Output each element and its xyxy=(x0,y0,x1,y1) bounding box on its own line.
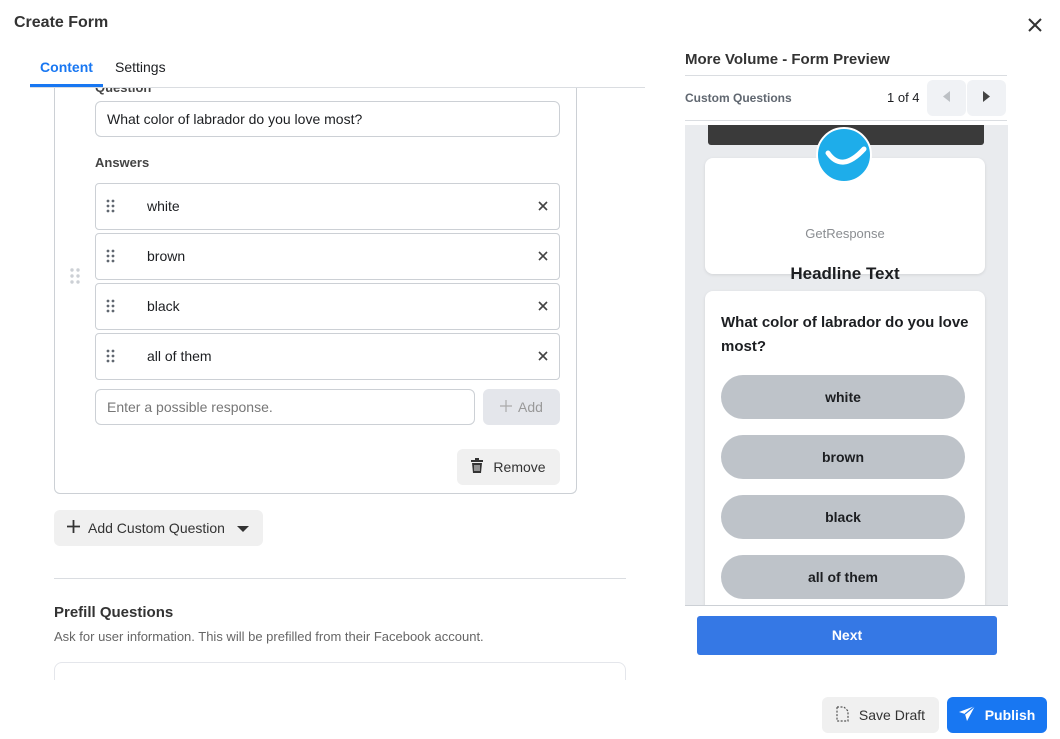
drag-handle-icon[interactable] xyxy=(106,199,116,215)
drag-handle-icon[interactable] xyxy=(106,299,116,315)
preview-option[interactable]: black xyxy=(721,495,965,539)
add-custom-question-label: Add Custom Question xyxy=(88,520,225,536)
prefill-title: Prefill Questions xyxy=(54,604,174,621)
content-panel[interactable]: Question What color of labrador do you l… xyxy=(0,88,645,680)
publish-button[interactable]: Publish xyxy=(947,697,1047,733)
remove-answer-icon[interactable] xyxy=(535,298,551,314)
preview-page-indicator: 1 of 4 xyxy=(887,90,920,105)
remove-label: Remove xyxy=(493,459,546,475)
caret-left-icon xyxy=(943,89,950,107)
brand-name: GetResponse xyxy=(805,226,885,241)
create-form-dialog: Create Form Content Settings Question Wh… xyxy=(0,0,1060,739)
paper-plane-icon xyxy=(958,705,976,725)
trash-icon xyxy=(471,458,484,476)
section-divider xyxy=(54,578,626,579)
save-draft-button[interactable]: Save Draft xyxy=(822,697,939,733)
prefill-card xyxy=(54,662,626,680)
question-input[interactable]: What color of labrador do you love most? xyxy=(95,101,560,137)
add-response-button[interactable]: Add xyxy=(483,389,560,425)
preview-question: What color of labrador do you love most? xyxy=(721,314,969,355)
preview-option[interactable]: all of them xyxy=(721,555,965,599)
tab-settings[interactable]: Settings xyxy=(115,56,166,87)
dialog-title: Create Form xyxy=(14,14,109,31)
save-draft-label: Save Draft xyxy=(858,707,926,723)
publish-label: Publish xyxy=(984,707,1036,723)
document-icon xyxy=(836,705,849,725)
remove-answer-icon[interactable] xyxy=(535,248,551,264)
preview-option[interactable]: brown xyxy=(721,435,965,479)
plus-icon xyxy=(500,399,513,415)
remove-answer-icon[interactable] xyxy=(535,198,551,214)
drag-handle-icon[interactable] xyxy=(106,349,116,365)
answer-row[interactable]: brown xyxy=(95,233,560,280)
prefill-description: Ask for user information. This will be p… xyxy=(54,629,484,644)
preview-next-button[interactable]: Next xyxy=(697,616,997,655)
form-preview[interactable]: GetResponse Headline Text What color of … xyxy=(685,125,1008,605)
answer-text: black xyxy=(147,298,180,314)
headline-text: Headline Text xyxy=(790,264,900,283)
drag-handle-icon[interactable] xyxy=(106,249,116,265)
preview-title: More Volume - Form Preview xyxy=(685,51,890,68)
getresponse-logo-icon xyxy=(816,127,872,183)
answer-row[interactable]: black xyxy=(95,283,560,330)
remove-question-button[interactable]: Remove xyxy=(457,449,560,485)
answer-row[interactable]: all of them xyxy=(95,333,560,380)
preview-option[interactable]: white xyxy=(721,375,965,419)
question-preview-card: What color of labrador do you love most?… xyxy=(705,291,985,605)
caret-right-icon xyxy=(983,89,990,107)
tab-content[interactable]: Content xyxy=(30,56,103,87)
plus-icon xyxy=(67,520,80,536)
preview-divider xyxy=(685,120,1007,121)
answers-label: Answers xyxy=(95,155,150,170)
answer-text: white xyxy=(147,198,180,214)
caret-down-icon xyxy=(236,520,249,536)
close-icon[interactable] xyxy=(1024,14,1046,36)
next-page-button[interactable] xyxy=(967,80,1006,116)
previous-page-button[interactable] xyxy=(927,80,966,116)
add-label: Add xyxy=(518,399,543,415)
possible-response-input[interactable] xyxy=(95,389,475,425)
question-label: Question xyxy=(95,88,151,95)
add-custom-question-button[interactable]: Add Custom Question xyxy=(54,510,263,546)
remove-answer-icon[interactable] xyxy=(535,348,551,364)
preview-bottom-divider xyxy=(685,605,1008,606)
preview-section-label: Custom Questions xyxy=(685,91,792,105)
preview-divider xyxy=(685,75,1007,76)
answer-text: brown xyxy=(147,248,186,264)
answer-text: all of them xyxy=(147,348,212,364)
tab-bar: Content Settings xyxy=(30,56,645,88)
question-drag-handle-icon[interactable] xyxy=(69,268,81,284)
answer-row[interactable]: white xyxy=(95,183,560,230)
